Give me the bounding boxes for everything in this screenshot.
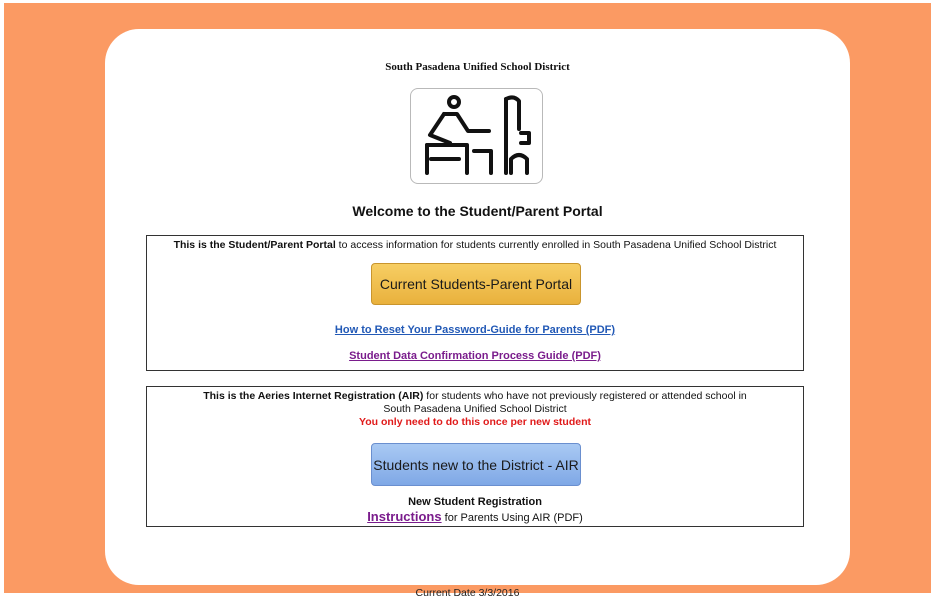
current-students-parent-portal-button[interactable]: Current Students-Parent Portal [371,263,581,305]
reset-password-guide-link[interactable]: How to Reset Your Password-Guide for Par… [147,324,803,336]
new-registration-title: New Student Registration [408,496,542,508]
logo [410,88,543,184]
current-date: Current Date 3/3/2016 [415,587,520,599]
students-new-air-button[interactable]: Students new to the District - AIR [371,443,581,486]
data-confirmation-guide-link[interactable]: Student Data Confirmation Process Guide … [147,350,803,362]
content-card: South Pasadena Unified School District W… [105,29,850,585]
air-intro-line2: South Pasadena Unified School District [383,403,567,415]
air-intro: This is the Aeries Internet Registration… [147,390,803,429]
district-name: South Pasadena Unified School District [385,61,570,73]
portal-intro-bold: This is the Student/Parent Portal [173,239,336,251]
instructions-link[interactable]: Instructions [367,509,441,524]
portal-section: This is the Student/Parent Portal to acc… [146,235,804,371]
portal-intro-text: to access information for students curre… [335,239,777,251]
air-intro-bold: This is the Aeries Internet Registration… [203,390,424,402]
portal-intro: This is the Student/Parent Portal to acc… [147,239,803,252]
instructions-line: Instructions for Parents Using AIR (PDF) [147,509,803,524]
student-at-desk-icon [425,95,531,175]
air-intro-text: for students who have not previously reg… [423,390,747,402]
air-notice: You only need to do this once per new st… [359,416,591,428]
air-section: This is the Aeries Internet Registration… [146,386,804,527]
welcome-title: Welcome to the Student/Parent Portal [352,203,603,219]
page-background: South Pasadena Unified School District W… [4,3,931,599]
instructions-text: for Parents Using AIR (PDF) [441,512,583,524]
